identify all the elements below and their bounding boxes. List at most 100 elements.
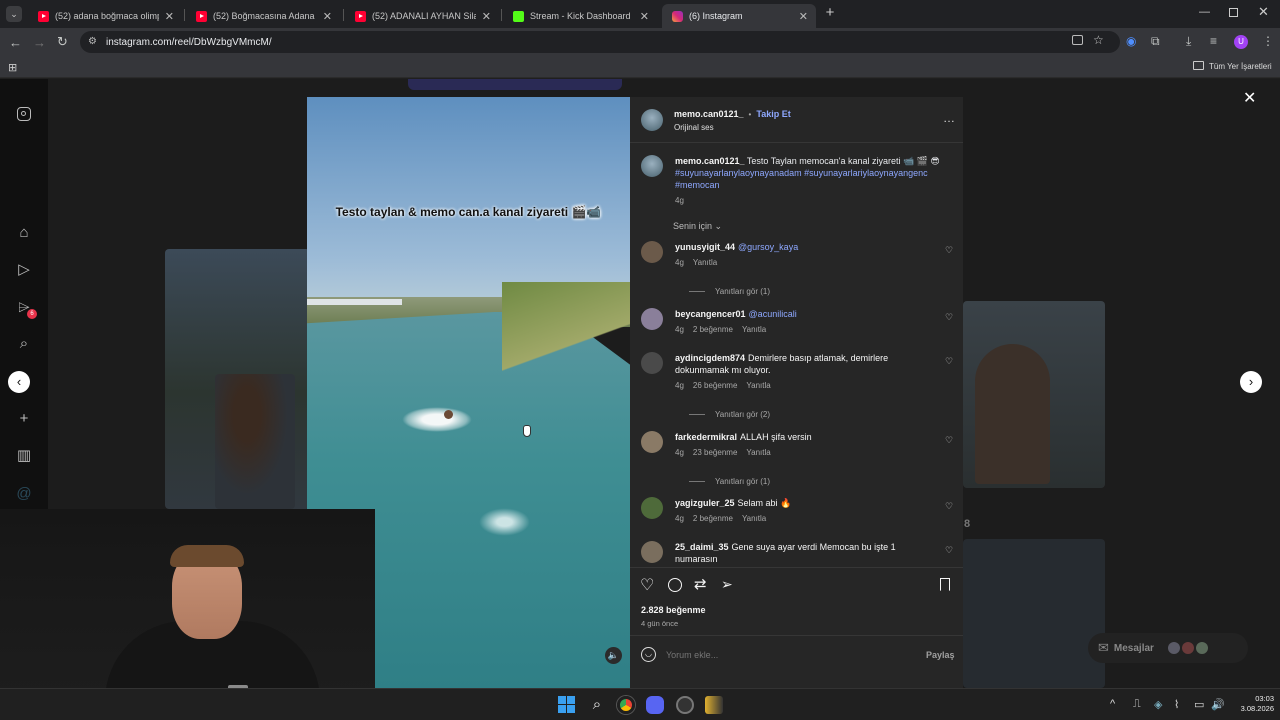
tab-1[interactable]: (52) Boğmacasına Adana yüzme ✕ (186, 4, 340, 28)
tab-2[interactable]: (52) ADANALI AYHAN Silah ✕ (345, 4, 499, 28)
tray-chevron-icon[interactable]: ^ (1110, 698, 1115, 710)
download-icon[interactable]: ⤓ (1186, 35, 1191, 48)
comment-avatar[interactable] (641, 308, 663, 330)
close-window-icon[interactable]: ✕ (1258, 4, 1269, 20)
tab-search-icon[interactable]: ⌄ (6, 6, 22, 22)
profile-avatar[interactable]: U (1234, 35, 1248, 49)
tab-close-icon[interactable]: ✕ (482, 10, 491, 23)
minimize-icon[interactable]: — (1199, 6, 1210, 18)
comment-like-icon[interactable]: ♡ (945, 245, 953, 256)
tab-4[interactable]: (6) Instagram ✕ (662, 4, 816, 28)
tab-close-icon[interactable]: ✕ (323, 10, 332, 23)
tab-3[interactable]: Stream - Kick Dashboard ✕ (503, 4, 657, 28)
emoji-icon[interactable]: ◡ (641, 647, 656, 662)
bookmark-star-icon[interactable]: ☆ (1093, 33, 1104, 47)
comment-avatar[interactable] (641, 541, 663, 563)
comment-username[interactable]: yunusyigit_44 (675, 242, 735, 252)
instagram-logo-icon[interactable] (15, 107, 33, 125)
more-options-icon[interactable]: … (943, 111, 956, 125)
restore-icon[interactable] (1229, 8, 1238, 17)
audio-label[interactable]: Orijinal ses (674, 123, 714, 132)
tray-app-icon[interactable]: ◈ (1154, 698, 1162, 711)
reels-icon[interactable]: ▷ (15, 261, 33, 279)
tray-volume-icon[interactable]: 🔊 (1211, 698, 1225, 711)
caption-hashtags[interactable]: #suyunayarlanylaoynayanadam #suyunayarla… (675, 167, 945, 191)
comment-username[interactable]: yagizguler_25 (675, 498, 735, 508)
comment-avatar[interactable] (641, 497, 663, 519)
discord-icon[interactable] (646, 696, 664, 714)
comment-username[interactable]: aydincigdem874 (675, 353, 745, 363)
reply-button[interactable]: Yanıtla (742, 325, 766, 334)
tab-0[interactable]: (52) adana boğmaca olimpiyatı ✕ (28, 4, 182, 28)
menu-icon[interactable]: ⋮ (1262, 35, 1274, 48)
back-icon[interactable]: ← (9, 36, 22, 49)
reply-button[interactable]: Yanıtla (746, 448, 770, 457)
all-bookmarks-label[interactable]: Tüm Yer İşaretleri (1209, 62, 1272, 71)
reply-button[interactable]: Yanıtla (693, 258, 717, 267)
install-icon[interactable] (1072, 35, 1083, 45)
reply-button[interactable]: Yanıtla (746, 381, 770, 390)
view-replies-button[interactable]: Yanıtları gör (2) (689, 410, 770, 419)
comment-like-icon[interactable]: ♡ (945, 545, 953, 556)
site-info-icon[interactable]: ⚙ (88, 36, 97, 47)
post-comment-button[interactable]: Paylaş (926, 650, 955, 660)
threads-icon[interactable]: @ (15, 485, 33, 503)
start-icon[interactable] (558, 696, 575, 713)
comment-icon[interactable] (668, 578, 682, 592)
tray-usb-icon[interactable]: ⎍ (1133, 698, 1141, 711)
save-bookmark-icon[interactable] (940, 578, 950, 591)
close-modal-icon[interactable]: ✕ (1243, 88, 1256, 108)
tab-close-icon[interactable]: ✕ (640, 10, 649, 23)
new-tab-button[interactable]: + (822, 5, 838, 21)
forward-icon[interactable]: → (33, 36, 46, 49)
view-replies-button[interactable]: Yanıtları gör (1) (689, 287, 770, 296)
tray-display-icon[interactable]: ▭ (1194, 698, 1204, 711)
comment-username[interactable]: beycangencer01 (675, 309, 746, 319)
repost-icon[interactable]: ⇄ (694, 575, 707, 593)
follow-button[interactable]: Takip Et (756, 109, 790, 119)
comment-likes[interactable]: 26 beğenme (693, 381, 737, 390)
comment-like-icon[interactable]: ♡ (945, 312, 953, 323)
tab-close-icon[interactable]: ✕ (165, 10, 174, 23)
extensions-puzzle-icon[interactable]: ⧉ (1151, 35, 1160, 48)
clock[interactable]: 03:03 3.08.2026 (1228, 694, 1274, 714)
mute-icon[interactable]: 🔈 (605, 647, 622, 664)
comment-likes[interactable]: 2 beğenme (693, 325, 733, 334)
like-icon[interactable]: ♡ (640, 575, 654, 595)
caption-avatar[interactable] (641, 155, 663, 177)
address-bar[interactable]: ⚙ instagram.com/reel/DbWzbgVMmcM/ ☆ (80, 31, 1120, 53)
comment-like-icon[interactable]: ♡ (945, 501, 953, 512)
next-reel-button[interactable]: › (1240, 371, 1262, 393)
comment-input[interactable] (666, 646, 906, 664)
search-icon[interactable]: ⌕ (15, 335, 33, 353)
bg-reel-bottom[interactable] (963, 539, 1105, 688)
apps-grid-icon[interactable]: ⊞ (8, 61, 17, 74)
comment-username[interactable]: 25_daimi_35 (675, 542, 729, 552)
comment-mention[interactable]: @gursoy_kaya (738, 242, 798, 252)
comment-like-icon[interactable]: ♡ (945, 435, 953, 446)
comment-like-icon[interactable]: ♡ (945, 356, 953, 367)
comment-likes[interactable]: 23 beğenme (693, 448, 737, 457)
app-yellow-icon[interactable] (705, 696, 723, 714)
reply-button[interactable]: Yanıtla (742, 514, 766, 523)
chrome-icon[interactable] (617, 696, 635, 714)
home-icon[interactable]: ⌂ (15, 224, 33, 242)
comment-username[interactable]: farkedermikral (675, 432, 737, 442)
share-icon[interactable]: ➢ (721, 576, 733, 593)
caption-username[interactable]: memo.can0121_ (675, 156, 745, 166)
view-replies-button[interactable]: Yanıtları gör (1) (689, 477, 770, 486)
insights-icon[interactable]: ▥ (15, 447, 33, 465)
comment-avatar[interactable] (641, 241, 663, 263)
comment-likes[interactable]: 2 beğenme (693, 514, 733, 523)
prev-reel-button[interactable]: ‹ (8, 371, 30, 393)
comment-avatar[interactable] (641, 352, 663, 374)
taskbar-search-icon[interactable]: ⌕ (588, 696, 606, 714)
app-dark-icon[interactable] (676, 696, 694, 714)
tray-wifi-icon[interactable]: ⌇ (1174, 698, 1179, 711)
comment-avatar[interactable] (641, 431, 663, 453)
extension-blue-icon[interactable]: ◉ (1126, 35, 1136, 48)
likes-count[interactable]: 2.828 beğenme (641, 605, 706, 615)
create-icon[interactable]: + (15, 410, 33, 428)
media-icon[interactable]: ≡ (1210, 35, 1217, 48)
tab-close-icon[interactable]: ✕ (799, 10, 808, 23)
